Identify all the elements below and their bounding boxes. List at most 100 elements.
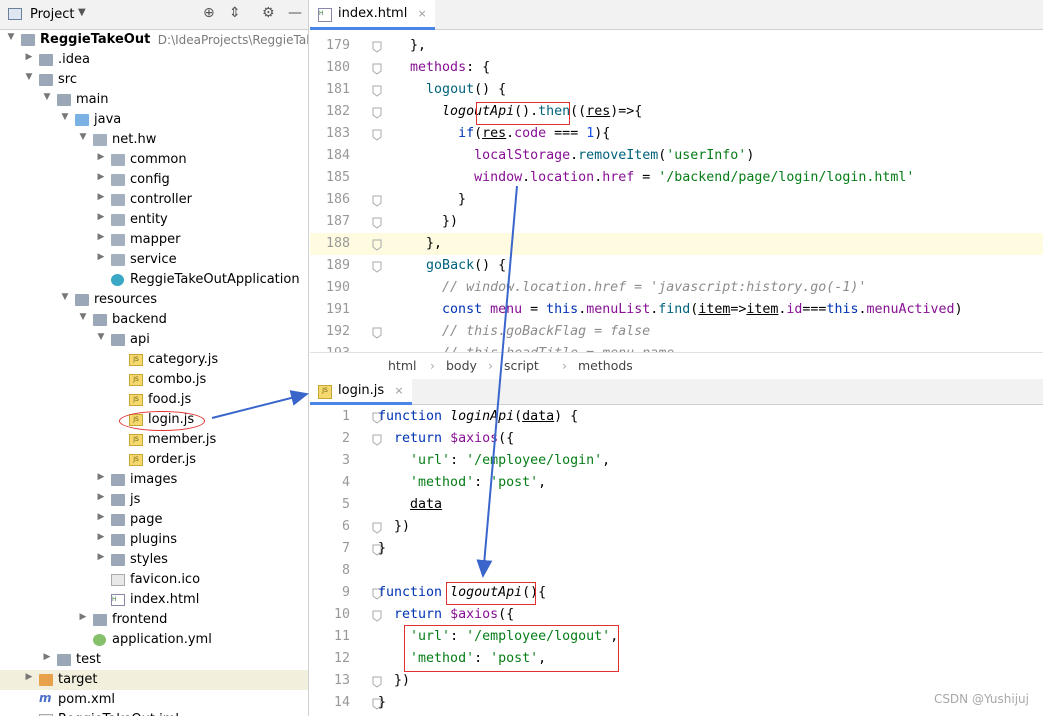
code-line[interactable]: 181 logout() {	[310, 79, 1043, 101]
tree-item[interactable]: ▼ main	[0, 90, 308, 110]
breadcrumb-item[interactable]: html	[388, 358, 416, 373]
chevron-right-icon[interactable]: ▶	[96, 212, 106, 222]
code-line[interactable]: 189 goBack() {	[310, 255, 1043, 277]
chevron-right-icon[interactable]: ▶	[24, 672, 34, 682]
code-line[interactable]: 6 })	[310, 516, 1043, 538]
chevron-down-icon[interactable]: ▼	[42, 92, 52, 102]
tree-item[interactable]: ▶ controller	[0, 190, 308, 210]
tree-item[interactable]: ▶ styles	[0, 550, 308, 570]
line-number[interactable]: 6	[310, 516, 350, 538]
tree-item[interactable]: JS member.js	[0, 430, 308, 450]
tree-item[interactable]: ▶ js	[0, 490, 308, 510]
tree-item[interactable]: ▼ ReggieTakeOut D:\IdeaProjects\ReggieTake…	[0, 30, 308, 50]
tree-item[interactable]: JS order.js	[0, 450, 308, 470]
line-number[interactable]: 188	[310, 233, 350, 255]
line-number[interactable]: 12	[310, 648, 350, 670]
code-line[interactable]: 186 }	[310, 189, 1043, 211]
breadcrumb-item[interactable]: methods	[578, 358, 633, 373]
tree-item[interactable]: JS combo.js	[0, 370, 308, 390]
line-number[interactable]: 4	[310, 472, 350, 494]
line-number[interactable]: 180	[310, 57, 350, 79]
line-number[interactable]: 184	[310, 145, 350, 167]
tree-item[interactable]: ▶ images	[0, 470, 308, 490]
tree-item[interactable]: ▶ test	[0, 650, 308, 670]
tree-item[interactable]: ▶ target	[0, 670, 308, 690]
chevron-right-icon[interactable]: ▶	[96, 152, 106, 162]
tree-item[interactable]: Hindex.html	[0, 590, 308, 610]
close-icon[interactable]: ×	[394, 384, 403, 397]
line-number[interactable]: 1	[310, 406, 350, 428]
tree-item[interactable]: ▼ net.hw	[0, 130, 308, 150]
chevron-down-icon[interactable]: ▼	[60, 292, 70, 302]
line-number[interactable]: 2	[310, 428, 350, 450]
line-number[interactable]: 183	[310, 123, 350, 145]
line-number[interactable]: 187	[310, 211, 350, 233]
collapse-all-icon[interactable]: ⇕	[229, 5, 241, 21]
gear-icon[interactable]: ⚙	[262, 5, 275, 21]
chevron-right-icon[interactable]: ▶	[96, 512, 106, 522]
line-number[interactable]: 190	[310, 277, 350, 299]
code-line[interactable]: 190 // window.location.href = 'javascrip…	[310, 277, 1043, 299]
tab-index-html[interactable]: H index.html ×	[310, 0, 435, 30]
code-line[interactable]: 7}	[310, 538, 1043, 560]
tree-item[interactable]: JS category.js	[0, 350, 308, 370]
line-number[interactable]: 9	[310, 582, 350, 604]
close-icon[interactable]: ×	[417, 7, 426, 20]
tree-item[interactable]: ▼ backend	[0, 310, 308, 330]
code-line[interactable]: 183 if(res.code === 1){	[310, 123, 1043, 145]
chevron-right-icon[interactable]: ▶	[24, 52, 34, 62]
code-line[interactable]: 9 function logoutApi(){	[310, 582, 1043, 604]
project-panel-title[interactable]: Project	[30, 7, 74, 22]
code-line[interactable]: 193 // this.headTitle = menu.name	[310, 343, 1043, 352]
code-line[interactable]: 179 },	[310, 35, 1043, 57]
tree-item[interactable]: ReggieTakeOutApplication	[0, 270, 308, 290]
tree-item[interactable]: ▼ api	[0, 330, 308, 350]
line-number[interactable]: 193	[310, 343, 350, 352]
chevron-down-icon[interactable]: ▼	[60, 112, 70, 122]
line-number[interactable]: 189	[310, 255, 350, 277]
code-line[interactable]: 4 'method': 'post',	[310, 472, 1043, 494]
code-line[interactable]: 13 })	[310, 670, 1043, 692]
line-number[interactable]: 186	[310, 189, 350, 211]
chevron-right-icon[interactable]: ▶	[96, 492, 106, 502]
code-line[interactable]: 8	[310, 560, 1043, 582]
tree-item[interactable]: ▶ frontend	[0, 610, 308, 630]
tree-item[interactable]: ▶ page	[0, 510, 308, 530]
line-number[interactable]: 3	[310, 450, 350, 472]
tree-item[interactable]: ▼ java	[0, 110, 308, 130]
chevron-right-icon[interactable]: ▶	[96, 192, 106, 202]
code-line[interactable]: 5 data	[310, 494, 1043, 516]
tree-item[interactable]: ▶ entity	[0, 210, 308, 230]
chevron-right-icon[interactable]: ▶	[96, 172, 106, 182]
chevron-right-icon[interactable]: ▶	[96, 532, 106, 542]
chevron-down-icon[interactable]: ▼	[6, 32, 16, 42]
chevron-down-icon[interactable]: ▼	[78, 312, 88, 322]
minimize-icon[interactable]: —	[288, 5, 302, 21]
code-line[interactable]: 2 return $axios({	[310, 428, 1043, 450]
code-line[interactable]: 1 function loginApi(data) {	[310, 406, 1043, 428]
chevron-down-icon[interactable]: ▼	[96, 332, 106, 342]
chevron-down-icon[interactable]: ▼	[24, 72, 34, 82]
code-line[interactable]: 188 },	[310, 233, 1043, 255]
code-line[interactable]: 3 'url': '/employee/login',	[310, 450, 1043, 472]
code-area-top[interactable]: 178 window.menuHandle = this.menuHandle1…	[310, 30, 1043, 352]
line-number[interactable]: 10	[310, 604, 350, 626]
tree-item[interactable]: ▶ mapper	[0, 230, 308, 250]
chevron-right-icon[interactable]: ▶	[96, 552, 106, 562]
tree-item[interactable]: ReggieTakeOut.iml	[0, 710, 308, 716]
line-number[interactable]: 191	[310, 299, 350, 321]
locate-icon[interactable]: ⊕	[203, 5, 215, 21]
tree-item[interactable]: favicon.ico	[0, 570, 308, 590]
tree-item[interactable]: JS food.js	[0, 390, 308, 410]
line-number[interactable]: 8	[310, 560, 350, 582]
tree-item[interactable]: ▼ src	[0, 70, 308, 90]
tree-item[interactable]: ▶ plugins	[0, 530, 308, 550]
chevron-down-icon[interactable]: ▼	[78, 132, 88, 142]
tree-item[interactable]: m pom.xml	[0, 690, 308, 710]
chevron-right-icon[interactable]: ▶	[96, 252, 106, 262]
chevron-right-icon[interactable]: ▶	[42, 652, 52, 662]
code-line[interactable]: 182 logoutApi().then((res)=>{	[310, 101, 1043, 123]
code-line[interactable]: 10 return $axios({	[310, 604, 1043, 626]
code-line[interactable]: 192 // this.goBackFlag = false	[310, 321, 1043, 343]
line-number[interactable]: 13	[310, 670, 350, 692]
